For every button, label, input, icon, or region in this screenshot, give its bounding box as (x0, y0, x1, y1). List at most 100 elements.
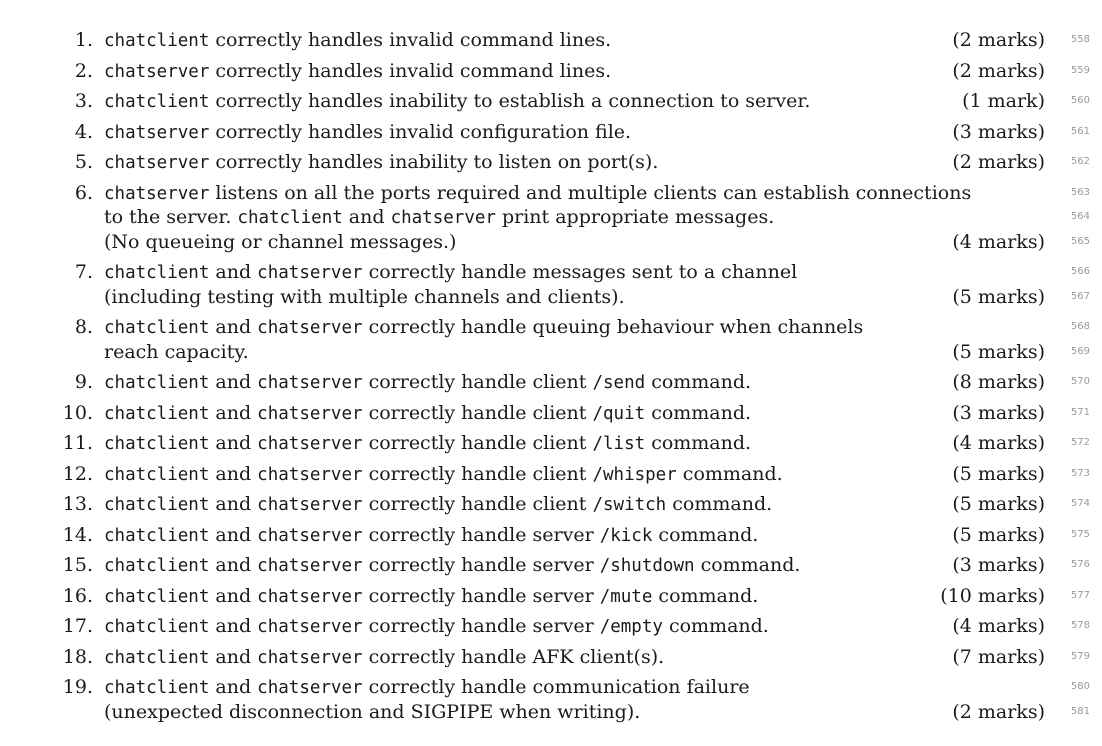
marks-value: (5 marks) (952, 523, 1045, 546)
criterion-text: chatclient and chatserver correctly hand… (104, 260, 797, 286)
text-segment: command. (694, 554, 801, 576)
line-number: 564 (1070, 211, 1090, 222)
criterion-item: 18. chatclient and chatserver correctly h… (0, 645, 1102, 670)
code-term: chatserver (257, 373, 363, 393)
marks-value: (1 mark) (962, 90, 1045, 112)
code-term: chatclient (104, 495, 210, 515)
text-segment: correctly handles inability to establish… (209, 90, 811, 112)
criterion-text: chatclient and chatserver correctly hand… (104, 675, 750, 701)
item-number: 17. (62, 615, 93, 637)
criterion-line: (including testing with multiple channel… (0, 285, 1102, 310)
text-segment: command. (645, 432, 752, 454)
code-term: chatserver (257, 556, 363, 576)
code-term: chatserver (390, 208, 496, 228)
code-term: chatclient (104, 92, 210, 112)
item-number: 8. (74, 316, 93, 338)
marks-value: (8 marks) (952, 371, 1045, 393)
item-number: 1. (74, 29, 93, 51)
code-term: chatserver (257, 318, 363, 338)
code-term: chatclient (104, 556, 210, 576)
criterion-text: chatclient correctly handles inability t… (104, 89, 810, 115)
criterion-item: 19. chatclient and chatserver correctly h… (0, 675, 1102, 724)
line-number: 570 (1070, 376, 1090, 387)
criterion-item: 7. chatclient and chatserver correctly ha… (0, 260, 1102, 309)
criterion-item: 4. chatserver correctly handles invalid c… (0, 120, 1102, 145)
criterion-line: 10. chatclient and chatserver correctly h… (0, 401, 1102, 426)
marks-value: (2 marks) (952, 59, 1045, 82)
line-number: 561 (1070, 125, 1090, 137)
item-number: 6. (74, 181, 93, 204)
criterion-text: chatclient and chatserver correctly hand… (104, 401, 751, 427)
criterion-line: 6. chatserver listens on all the ports re… (0, 181, 1102, 206)
text-segment: reach capacity. (104, 340, 249, 363)
line-number: 574 (1070, 498, 1090, 509)
marks-value: (2 marks) (952, 151, 1045, 173)
criterion-item: 14. chatclient and chatserver correctly h… (0, 523, 1102, 548)
code-term: chatserver (257, 525, 363, 546)
code-term: chatclient (104, 373, 210, 393)
text-segment: correctly handle client (362, 371, 593, 393)
text-segment: correctly handle messages sent to a chan… (362, 261, 798, 283)
line-number: 565 (1070, 235, 1090, 247)
text-segment: correctly handle client (362, 401, 593, 424)
code-term: chatserver (104, 183, 210, 204)
marks-value: (10 marks) (940, 584, 1045, 607)
code-term: chatserver (257, 586, 363, 607)
criterion-line: (No queueing or channel messages.) (4 mar… (0, 230, 1102, 255)
criterion-item: 9. chatclient and chatserver correctly ha… (0, 370, 1102, 395)
code-term: /empty (599, 617, 663, 637)
item-number: 11. (62, 432, 93, 454)
text-segment: correctly handle AFK client(s). (362, 645, 665, 668)
code-term: /quit (592, 403, 646, 424)
code-term: /whisper (592, 464, 677, 485)
criterion-text: chatclient and chatserver correctly hand… (104, 315, 863, 341)
criterion-item: 2. chatserver correctly handles invalid c… (0, 59, 1102, 84)
line-number: 579 (1070, 650, 1090, 662)
text-segment: and (209, 523, 258, 546)
text-segment: and (209, 554, 258, 576)
criterion-line: 14. chatclient and chatserver correctly h… (0, 523, 1102, 548)
criterion-item: 5. chatserver correctly handles inability… (0, 150, 1102, 175)
criterion-line: 15. chatclient and chatserver correctly h… (0, 553, 1102, 578)
text-segment: and (209, 676, 258, 698)
criterion-text: chatclient and chatserver correctly hand… (104, 370, 751, 396)
code-term: chatclient (104, 31, 210, 51)
marks-value: (7 marks) (952, 645, 1045, 668)
text-segment: correctly handles invalid command lines. (209, 29, 612, 51)
item-number: 16. (62, 584, 93, 607)
line-number: 560 (1070, 95, 1090, 106)
code-term: chatserver (257, 434, 363, 454)
marks-value: (5 marks) (952, 340, 1045, 363)
text-segment: command. (662, 615, 769, 637)
item-number: 12. (62, 462, 93, 485)
text-segment: command. (652, 584, 759, 607)
marks-value: (2 marks) (952, 700, 1045, 723)
line-number: 568 (1070, 321, 1090, 332)
criterion-line: 1. chatclient correctly handles invalid c… (0, 28, 1102, 53)
text-segment: and (209, 615, 258, 637)
line-number: 571 (1070, 406, 1090, 418)
text-segment: correctly handle server (362, 554, 600, 576)
text-segment: correctly handle client (362, 462, 593, 485)
text-segment: to the server. (104, 206, 238, 228)
marks-value: (4 marks) (952, 432, 1045, 454)
code-term: chatserver (257, 678, 363, 698)
text-segment: correctly handles inability to listen on… (209, 151, 659, 173)
text-segment: (including testing with multiple channel… (104, 285, 625, 308)
criterion-line: 11. chatclient and chatserver correctly h… (0, 431, 1102, 456)
item-number: 9. (74, 371, 93, 393)
code-term: chatclient (104, 678, 210, 698)
line-number: 576 (1070, 559, 1090, 570)
criterion-text: chatclient and chatserver correctly hand… (104, 645, 664, 671)
code-term: chatserver (104, 122, 210, 143)
criterion-text: (including testing with multiple channel… (104, 285, 625, 310)
criterion-line: 16. chatclient and chatserver correctly h… (0, 584, 1102, 609)
line-number: 572 (1070, 437, 1090, 448)
marks-value: (5 marks) (952, 462, 1045, 485)
criterion-line: 8. chatclient and chatserver correctly ha… (0, 315, 1102, 340)
criterion-line: 13. chatclient and chatserver correctly h… (0, 492, 1102, 517)
code-term: chatclient (104, 263, 210, 283)
criterion-item: 3. chatclient correctly handles inability… (0, 89, 1102, 114)
criterion-line: reach capacity. (5 marks) 569 (0, 340, 1102, 365)
criterion-item: 10. chatclient and chatserver correctly h… (0, 401, 1102, 426)
